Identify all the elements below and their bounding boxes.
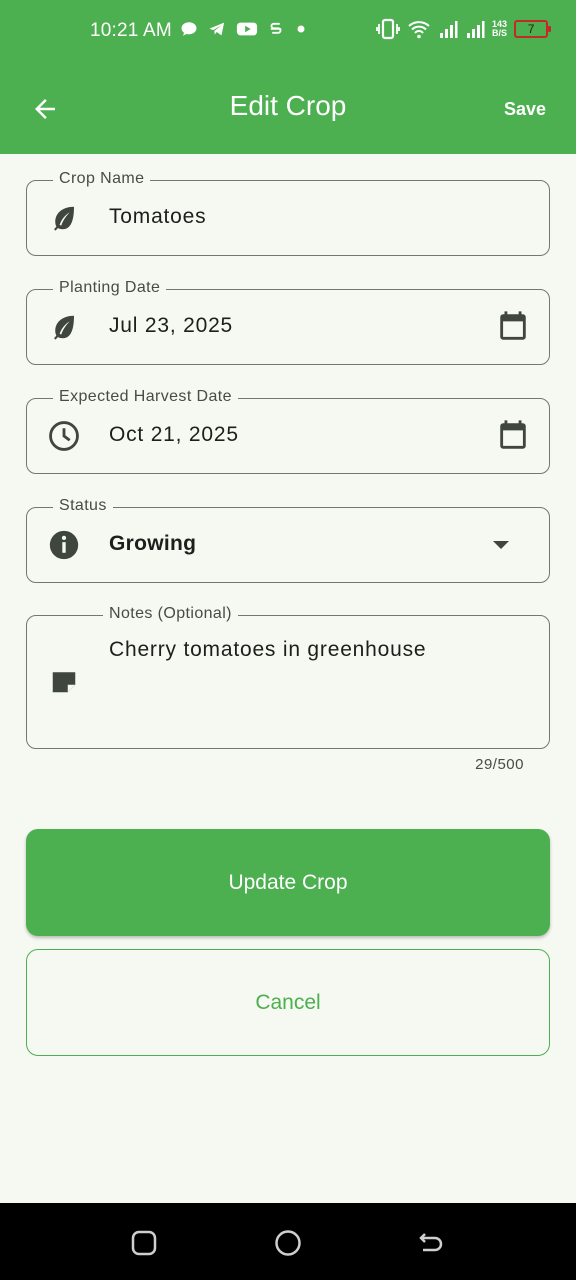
- dot-icon: [297, 25, 305, 33]
- chat-bubble-icon: [181, 22, 197, 36]
- home-icon: [275, 1230, 301, 1256]
- dropdown-arrow-icon[interactable]: [483, 527, 519, 563]
- vibrate-icon: [376, 18, 400, 40]
- system-nav-bar: [0, 1203, 576, 1280]
- status-time: 10:21 AM: [90, 20, 172, 41]
- home-button[interactable]: [274, 1229, 302, 1257]
- note-icon: [47, 664, 81, 698]
- recents-button[interactable]: [130, 1229, 158, 1257]
- save-button[interactable]: Save: [504, 99, 546, 120]
- page-title: Edit Crop: [229, 90, 347, 121]
- status-bar: 10:21 AM 143 B/S 7: [0, 0, 576, 64]
- notes-label: Notes (Optional): [103, 605, 238, 623]
- wifi-icon: [408, 21, 430, 39]
- crop-name-label: Crop Name: [53, 170, 151, 188]
- notes-input[interactable]: Cherry tomatoes in greenhouse: [109, 638, 426, 662]
- harvest-date-input[interactable]: Oct 21, 2025: [109, 423, 239, 447]
- update-crop-button[interactable]: Update Crop: [26, 829, 550, 936]
- youtube-icon: [236, 22, 258, 36]
- info-icon: [47, 528, 81, 562]
- planting-date-field[interactable]: Planting Date Jul 23, 2025: [26, 279, 550, 365]
- net-speed: 143 B/S: [492, 20, 507, 38]
- notes-field[interactable]: Notes (Optional) Cherry tomatoes in gree…: [26, 605, 550, 749]
- calendar-icon[interactable]: [495, 418, 531, 454]
- signal-icon: [440, 21, 458, 38]
- harvest-date-label: Expected Harvest Date: [53, 388, 238, 406]
- calendar-icon[interactable]: [495, 309, 531, 345]
- battery-icon: 7: [514, 20, 552, 38]
- crop-name-field[interactable]: Crop Name Tomatoes: [26, 170, 550, 256]
- notification-icons: [180, 20, 308, 38]
- telegram-icon: [209, 22, 225, 36]
- back-nav-button[interactable]: [417, 1229, 445, 1257]
- harvest-date-field[interactable]: Expected Harvest Date Oct 21, 2025: [26, 388, 550, 474]
- crop-name-input[interactable]: Tomatoes: [109, 205, 206, 229]
- s-app-icon: [270, 22, 282, 34]
- status-label: Status: [53, 497, 113, 515]
- leaf-icon: [47, 310, 81, 344]
- signal-icon: [467, 21, 485, 38]
- planting-date-input[interactable]: Jul 23, 2025: [109, 314, 233, 338]
- cancel-button[interactable]: Cancel: [26, 949, 550, 1056]
- battery-level: 7: [527, 22, 535, 36]
- net-speed-unit: B/S: [492, 28, 508, 38]
- app-bar: Edit Crop Save: [0, 64, 576, 154]
- status-value[interactable]: Growing: [109, 532, 196, 556]
- planting-date-label: Planting Date: [53, 279, 167, 297]
- status-dropdown[interactable]: Status Growing: [26, 497, 550, 583]
- notes-char-counter: 29/500: [475, 756, 524, 773]
- clock-icon: [47, 419, 81, 453]
- back-nav-icon: [419, 1233, 443, 1252]
- leaf-icon: [47, 201, 81, 235]
- recents-icon: [131, 1230, 157, 1256]
- system-icons: 143 B/S 7: [376, 18, 552, 40]
